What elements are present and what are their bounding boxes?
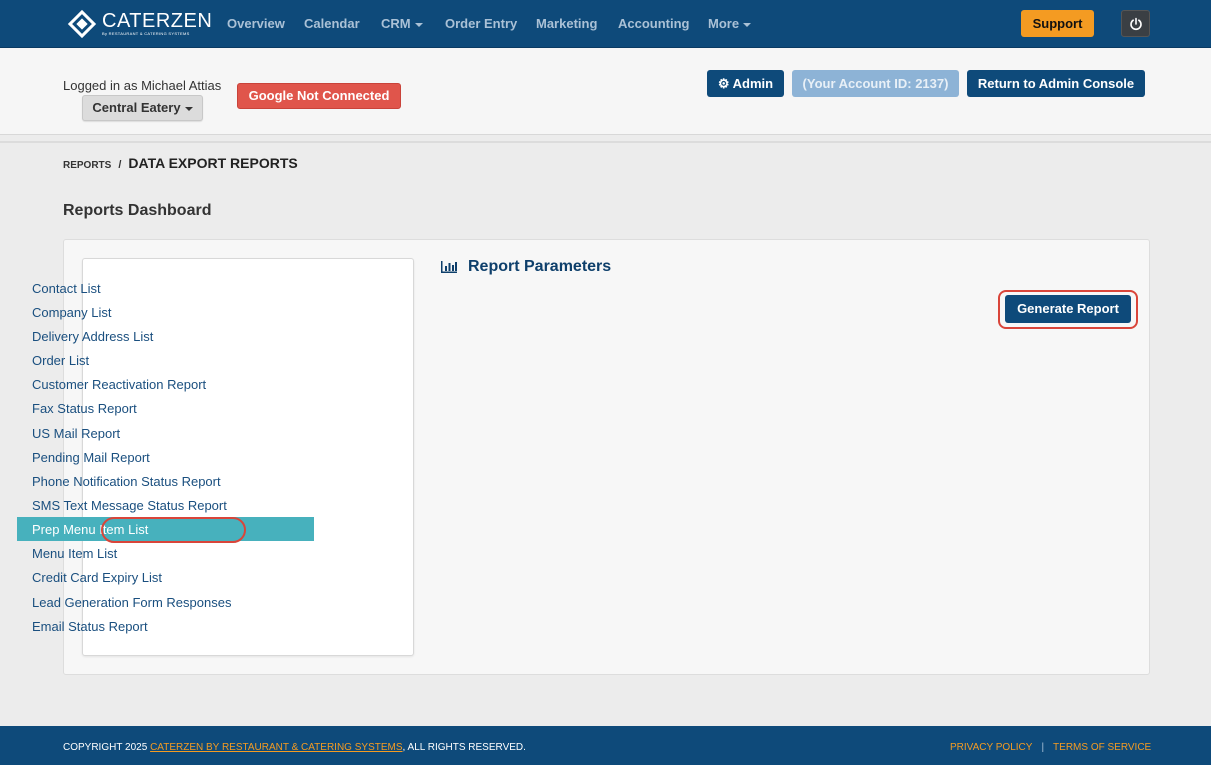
copyright-text: COPYRIGHT 2025 CATERZEN BY RESTAURANT & … bbox=[63, 742, 526, 753]
gear-icon: ⚙ bbox=[717, 76, 730, 91]
nav-crm[interactable]: CRM bbox=[381, 16, 423, 31]
report-us-mail[interactable]: US Mail Report bbox=[32, 426, 120, 441]
admin-label: Admin bbox=[732, 76, 774, 91]
report-contact-list[interactable]: Contact List bbox=[32, 281, 101, 296]
page-title: Reports Dashboard bbox=[63, 202, 212, 219]
nav-order-entry[interactable]: Order Entry bbox=[445, 16, 517, 31]
report-fax-status[interactable]: Fax Status Report bbox=[32, 401, 137, 416]
location-dropdown[interactable]: Central Eatery bbox=[82, 95, 203, 121]
selection-annotation-ring bbox=[101, 517, 246, 543]
footer-links: PRIVACY POLICY | TERMS OF SERVICE bbox=[950, 742, 1151, 753]
return-admin-console-button[interactable]: Return to Admin Console bbox=[967, 70, 1145, 97]
bar-chart-icon bbox=[441, 261, 457, 273]
nav-crm-label: CRM bbox=[381, 16, 411, 31]
report-sms-status[interactable]: SMS Text Message Status Report bbox=[32, 498, 227, 513]
report-email-status[interactable]: Email Status Report bbox=[32, 619, 148, 634]
nav-more-label: More bbox=[708, 16, 740, 31]
report-parameters-header: Report Parameters bbox=[440, 258, 611, 276]
report-lead-generation[interactable]: Lead Generation Form Responses bbox=[32, 595, 231, 610]
top-navbar: CATERZEN By RESTAURANT & CATERING SYSTEM… bbox=[0, 0, 1211, 48]
nav-calendar[interactable]: Calendar bbox=[304, 16, 360, 31]
location-label: Central Eatery bbox=[92, 100, 181, 115]
breadcrumb: REPORTS / DATA EXPORT REPORTS bbox=[63, 155, 298, 171]
copyright-suffix: , ALL RIGHTS RESERVED. bbox=[402, 742, 526, 753]
nav-marketing[interactable]: Marketing bbox=[536, 16, 597, 31]
caterzen-logo[interactable]: CATERZEN By RESTAURANT & CATERING SYSTEM… bbox=[67, 9, 213, 39]
report-order-list[interactable]: Order List bbox=[32, 353, 89, 368]
logged-in-text: Logged in as Michael Attias bbox=[63, 78, 222, 93]
report-company-list[interactable]: Company List bbox=[32, 305, 111, 320]
report-credit-card-expiry[interactable]: Credit Card Expiry List bbox=[32, 570, 162, 585]
divider bbox=[0, 141, 1211, 143]
report-customer-reactivation[interactable]: Customer Reactivation Report bbox=[32, 377, 206, 392]
power-icon bbox=[1130, 17, 1142, 31]
caret-down-icon bbox=[743, 22, 752, 27]
google-status-button[interactable]: Google Not Connected bbox=[237, 83, 401, 109]
footer-separator: | bbox=[1041, 742, 1045, 753]
breadcrumb-current: DATA EXPORT REPORTS bbox=[128, 155, 298, 171]
report-pending-mail[interactable]: Pending Mail Report bbox=[32, 450, 150, 465]
copyright-prefix: COPYRIGHT 2025 bbox=[63, 742, 148, 753]
caret-down-icon bbox=[414, 22, 423, 27]
report-delivery-address-list[interactable]: Delivery Address List bbox=[32, 329, 153, 344]
nav-accounting[interactable]: Accounting bbox=[618, 16, 690, 31]
terms-of-service-link[interactable]: TERMS OF SERVICE bbox=[1053, 742, 1151, 753]
report-menu-item-list[interactable]: Menu Item List bbox=[32, 546, 117, 561]
nav-more[interactable]: More bbox=[708, 16, 752, 31]
report-parameters-title: Report Parameters bbox=[468, 258, 612, 275]
support-button[interactable]: Support bbox=[1021, 10, 1094, 37]
breadcrumb-reports[interactable]: REPORTS bbox=[63, 160, 111, 171]
nav-overview[interactable]: Overview bbox=[227, 16, 285, 31]
caret-down-icon bbox=[184, 106, 193, 111]
breadcrumb-separator: / bbox=[118, 159, 122, 171]
logo-subtitle: By RESTAURANT & CATERING SYSTEMS bbox=[102, 31, 190, 36]
report-phone-notification[interactable]: Phone Notification Status Report bbox=[32, 474, 221, 489]
privacy-policy-link[interactable]: PRIVACY POLICY bbox=[950, 742, 1032, 753]
copyright-company-link[interactable]: CATERZEN BY RESTAURANT & CATERING SYSTEM… bbox=[150, 742, 402, 753]
logo-name: CATERZEN bbox=[102, 10, 213, 32]
generate-report-button[interactable]: Generate Report bbox=[1005, 295, 1131, 323]
logo-diamond-icon bbox=[67, 9, 97, 39]
account-id-badge: (Your Account ID: 2137) bbox=[792, 70, 959, 97]
admin-button[interactable]: ⚙ Admin bbox=[707, 70, 784, 97]
logout-button[interactable] bbox=[1121, 10, 1150, 37]
